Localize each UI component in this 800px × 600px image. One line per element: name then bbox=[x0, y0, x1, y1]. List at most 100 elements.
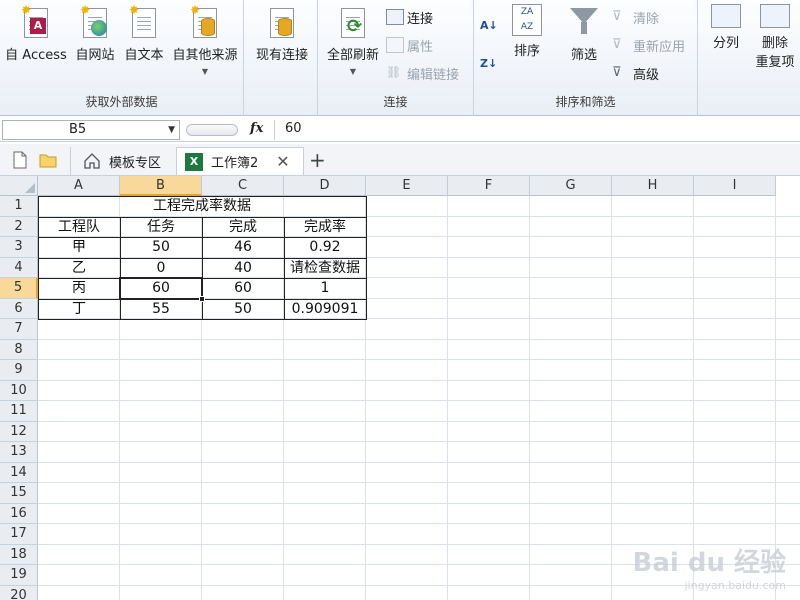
remove-duplicates-button[interactable]: 删除 重复项 bbox=[752, 2, 798, 86]
document-tab-bar: 模板专区 X 工作簿2 ✕ + bbox=[0, 144, 800, 176]
group-label-sort-filter: 排序和筛选 bbox=[555, 95, 616, 109]
chevron-down-icon: ▼ bbox=[201, 67, 209, 76]
row-header-3[interactable]: 3 bbox=[0, 237, 38, 258]
from-text-button[interactable]: ✸ 自文本 bbox=[122, 2, 166, 86]
sort-ascending-icon: A↓ bbox=[480, 18, 498, 32]
reapply-icon: ⊽ bbox=[612, 37, 622, 52]
refresh-all-button[interactable]: ⟳ 全部刷新 ▼ bbox=[324, 2, 382, 86]
chevron-down-icon[interactable]: ▼ bbox=[168, 121, 175, 139]
row-header-4[interactable]: 4 bbox=[0, 257, 38, 278]
advanced-filter-button[interactable]: ⊽ 高级 bbox=[612, 62, 659, 84]
filter-icon bbox=[568, 4, 600, 40]
existing-connections-button[interactable]: 现有连接 bbox=[252, 2, 312, 86]
web-icon: ✸ bbox=[79, 4, 111, 40]
group-sort-filter: A↓ Z↓ ZA AZ 排序 筛选 ⊽ 清除 ⊽ 重新应用 ⊽ 高级 排序和筛选 bbox=[474, 0, 698, 116]
gridline bbox=[38, 502, 800, 504]
tab-workbook2[interactable]: X 工作簿2 ✕ bbox=[176, 147, 304, 175]
row-header-1[interactable]: 1 bbox=[0, 196, 38, 217]
group-get-external-data: ✸ A 自 Access ✸ 自网站 ✸ 自文本 ✸ 自其他来源 ▼ 获取外部数据 bbox=[0, 0, 244, 116]
table-border bbox=[120, 216, 121, 319]
row-header-20[interactable]: 20 bbox=[0, 585, 38, 600]
row-header-9[interactable]: 9 bbox=[0, 360, 38, 381]
existing-connection-icon bbox=[266, 4, 298, 40]
sort-ascending-button[interactable]: A↓ bbox=[480, 14, 498, 36]
reapply-button[interactable]: ⊽ 重新应用 bbox=[612, 34, 685, 56]
clear-filter-button[interactable]: ⊽ 清除 bbox=[612, 6, 659, 28]
from-other-sources-button[interactable]: ✸ 自其他来源 ▼ bbox=[170, 2, 240, 86]
gridline bbox=[38, 523, 800, 524]
column-header-i[interactable]: I bbox=[694, 176, 776, 196]
group-data-tools: 分列 删除 重复项 bbox=[698, 0, 800, 116]
row-header-15[interactable]: 15 bbox=[0, 483, 38, 504]
edit-links-button[interactable]: ⛓ 编辑链接 bbox=[386, 62, 459, 84]
sort-descending-button[interactable]: Z↓ bbox=[480, 52, 497, 74]
new-tab-icon[interactable]: + bbox=[309, 148, 326, 172]
row-header-7[interactable]: 7 bbox=[0, 319, 38, 340]
name-box[interactable]: B5 ▼ bbox=[2, 120, 180, 140]
clear-filter-icon: ⊽ bbox=[612, 9, 622, 24]
column-header-d[interactable]: D bbox=[284, 176, 366, 196]
row-header-14[interactable]: 14 bbox=[0, 462, 38, 483]
refresh-icon: ⟳ bbox=[337, 4, 369, 40]
gridline bbox=[38, 441, 800, 442]
text-to-columns-button[interactable]: 分列 bbox=[706, 2, 746, 86]
text-to-columns-icon bbox=[711, 4, 741, 28]
from-web-button[interactable]: ✸ 自网站 bbox=[72, 2, 118, 86]
chevron-down-icon: ▼ bbox=[349, 67, 357, 76]
advanced-filter-icon: ⊽ bbox=[612, 65, 622, 80]
gridline bbox=[38, 338, 800, 340]
row-header-2[interactable]: 2 bbox=[0, 216, 38, 237]
column-header-b[interactable]: B bbox=[120, 176, 202, 196]
table-border bbox=[284, 216, 285, 319]
connections-icon bbox=[386, 9, 404, 25]
gridline bbox=[38, 482, 800, 483]
active-cell-selection bbox=[119, 277, 203, 300]
row-header-13[interactable]: 13 bbox=[0, 442, 38, 463]
sort-icon: ZA AZ bbox=[512, 4, 542, 36]
row-header-11[interactable]: 11 bbox=[0, 401, 38, 422]
row-header-8[interactable]: 8 bbox=[0, 339, 38, 360]
database-icon: ✸ bbox=[189, 4, 221, 40]
formula-controls: fx bbox=[186, 120, 270, 140]
row-header-6[interactable]: 6 bbox=[0, 298, 38, 319]
formula-input[interactable]: 60 bbox=[274, 120, 800, 140]
connections-button[interactable]: 连接 bbox=[386, 6, 433, 28]
column-header-c[interactable]: C bbox=[202, 176, 284, 196]
properties-button[interactable]: 属性 bbox=[386, 34, 433, 56]
watermark: Bai du 经验 jingyan.baidu.com bbox=[632, 548, 787, 592]
column-header-f[interactable]: F bbox=[448, 176, 530, 196]
column-header-g[interactable]: G bbox=[530, 176, 612, 196]
insert-function-button[interactable]: fx bbox=[250, 121, 263, 136]
text-file-icon: ✸ bbox=[128, 4, 160, 40]
table-border bbox=[202, 216, 203, 319]
column-header-a[interactable]: A bbox=[38, 176, 120, 196]
spreadsheet-grid[interactable]: A B C D E F G H I 1 2 3 4 5 6 7 8 9 10 11 12 13 14 15 16 17 18 19 20… bbox=[0, 176, 800, 600]
remove-duplicates-icon bbox=[760, 4, 790, 28]
row-header-10[interactable]: 10 bbox=[0, 380, 38, 401]
link-icon: ⛓ bbox=[386, 65, 402, 79]
open-folder-icon[interactable] bbox=[38, 150, 58, 170]
home-icon bbox=[83, 152, 101, 170]
row-header-5[interactable]: 5 bbox=[0, 278, 38, 299]
sort-button[interactable]: ZA AZ 排序 bbox=[508, 2, 546, 86]
group-connections: ⟳ 全部刷新 ▼ 连接 属性 ⛓ 编辑链接 连接 bbox=[318, 0, 474, 116]
new-document-icon[interactable] bbox=[10, 150, 30, 170]
row-header-16[interactable]: 16 bbox=[0, 503, 38, 524]
row-header-12[interactable]: 12 bbox=[0, 421, 38, 442]
row-header-17[interactable]: 17 bbox=[0, 524, 38, 545]
row-header-19[interactable]: 19 bbox=[0, 565, 38, 586]
formula-bar-slider[interactable] bbox=[186, 124, 238, 136]
gridline bbox=[38, 420, 800, 422]
sort-descending-icon: Z↓ bbox=[480, 56, 498, 70]
excel-icon: X bbox=[185, 152, 203, 171]
tab-template-zone[interactable]: 模板专区 bbox=[70, 147, 174, 175]
column-header-h[interactable]: H bbox=[612, 176, 694, 196]
from-access-button[interactable]: ✸ A 自 Access bbox=[4, 2, 68, 86]
filter-button[interactable]: 筛选 bbox=[562, 2, 606, 86]
fill-handle[interactable] bbox=[199, 295, 205, 302]
group-label-get-external: 获取外部数据 bbox=[85, 95, 158, 109]
row-header-18[interactable]: 18 bbox=[0, 544, 38, 565]
column-header-e[interactable]: E bbox=[366, 176, 448, 196]
close-icon[interactable]: ✕ bbox=[276, 152, 289, 171]
select-all-corner[interactable] bbox=[0, 176, 38, 196]
